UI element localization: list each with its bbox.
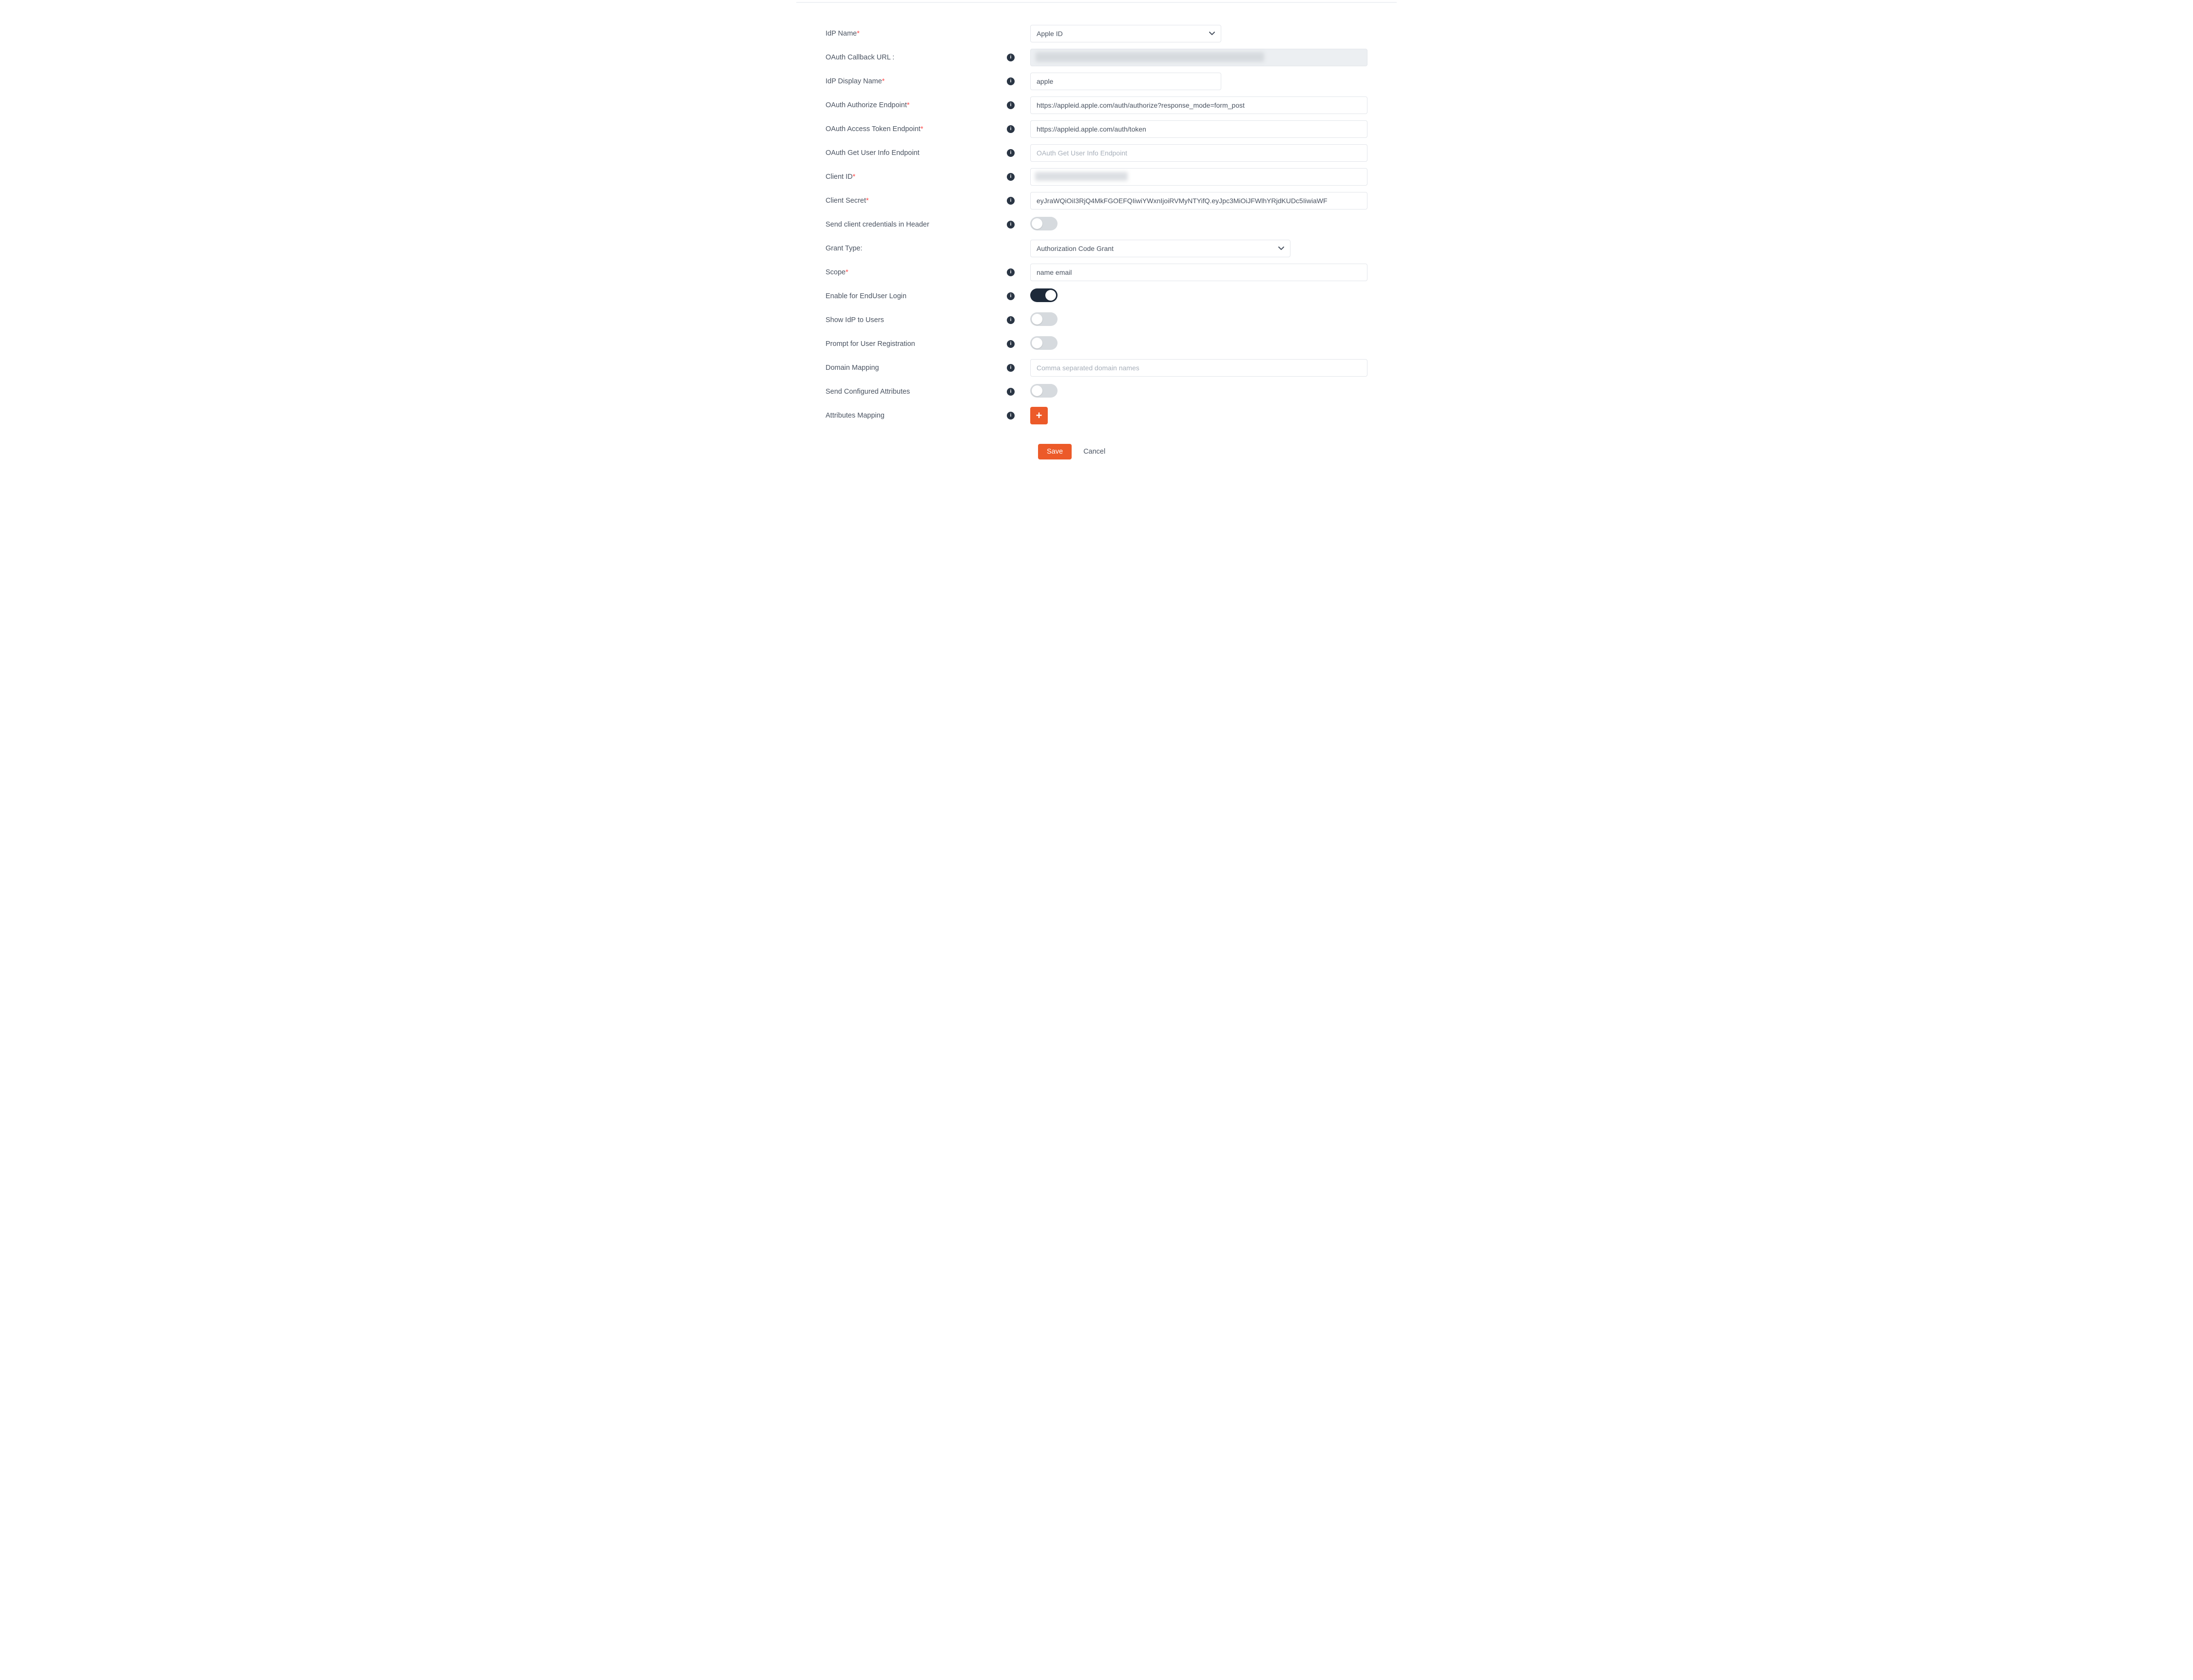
toggle-knob	[1032, 385, 1042, 396]
label-send-header: Send client credentials in Header	[826, 221, 972, 229]
row-attr-mapping: Attributes Mapping i +	[826, 407, 1367, 424]
label-grant-type: Grant Type:	[826, 245, 972, 252]
label-domain-mapping: Domain Mapping	[826, 364, 972, 372]
row-show-idp: Show IdP to Users i	[826, 311, 1367, 329]
label-text: Scope	[826, 268, 846, 276]
info-icon[interactable]: i	[1007, 221, 1015, 229]
row-prompt-reg: Prompt for User Registration i	[826, 335, 1367, 353]
row-domain-mapping: Domain Mapping i	[826, 359, 1367, 377]
authorize-endpoint-input[interactable]	[1030, 96, 1367, 114]
idp-name-select[interactable]: Apple ID	[1030, 25, 1221, 42]
domain-mapping-input[interactable]	[1030, 359, 1367, 377]
required-marker: *	[846, 268, 848, 276]
display-name-input[interactable]	[1030, 73, 1221, 90]
row-authorize-endpoint: OAuth Authorize Endpoint* i	[826, 96, 1367, 114]
info-icon[interactable]: i	[1007, 173, 1015, 181]
label-token-ep: OAuth Access Token Endpoint*	[826, 125, 972, 133]
label-text: Client Secret	[826, 197, 866, 205]
required-marker: *	[857, 30, 860, 38]
client-id-input[interactable]	[1030, 168, 1367, 186]
label-text: Client ID	[826, 173, 853, 181]
label-authorize-ep: OAuth Authorize Endpoint*	[826, 101, 972, 109]
label-userinfo-ep: OAuth Get User Info Endpoint	[826, 149, 972, 157]
info-icon[interactable]: i	[1007, 268, 1015, 276]
info-icon[interactable]: i	[1007, 340, 1015, 348]
userinfo-endpoint-input[interactable]	[1030, 144, 1367, 162]
info-icon[interactable]: i	[1007, 292, 1015, 300]
row-send-header: Send client credentials in Header i	[826, 216, 1367, 233]
form-actions: Save Cancel	[826, 444, 1367, 459]
prompt-reg-toggle[interactable]	[1030, 336, 1058, 350]
info-icon[interactable]: i	[1007, 125, 1015, 133]
label-enable-enduser: Enable for EndUser Login	[826, 292, 972, 300]
redacted-content	[1036, 52, 1264, 62]
info-icon[interactable]: i	[1007, 364, 1015, 372]
row-enable-enduser: Enable for EndUser Login i	[826, 287, 1367, 305]
send-header-toggle[interactable]	[1030, 217, 1058, 230]
row-display-name: IdP Display Name* i	[826, 73, 1367, 90]
label-send-attrs: Send Configured Attributes	[826, 388, 972, 396]
label-client-secret: Client Secret*	[826, 197, 972, 205]
required-marker: *	[907, 101, 910, 109]
idp-config-form: IdP Name* Apple ID OAuth Callback URL : …	[796, 25, 1397, 459]
row-scope: Scope* i	[826, 264, 1367, 281]
callback-url-readonly	[1030, 49, 1367, 66]
scope-input[interactable]	[1030, 264, 1367, 281]
client-secret-input[interactable]	[1030, 192, 1367, 210]
label-text: IdP Display Name	[826, 77, 882, 85]
label-text: IdP Name	[826, 30, 857, 38]
row-idp-name: IdP Name* Apple ID	[826, 25, 1367, 42]
label-idp-name: IdP Name*	[826, 30, 972, 38]
info-icon[interactable]: i	[1007, 316, 1015, 324]
toggle-knob	[1032, 218, 1042, 229]
label-prompt-reg: Prompt for User Registration	[826, 340, 972, 348]
send-attrs-toggle[interactable]	[1030, 384, 1058, 398]
toggle-knob	[1045, 290, 1056, 301]
cancel-button[interactable]: Cancel	[1081, 444, 1107, 459]
info-icon[interactable]: i	[1007, 412, 1015, 420]
save-button[interactable]: Save	[1038, 444, 1072, 459]
label-scope: Scope*	[826, 268, 972, 276]
info-icon[interactable]: i	[1007, 388, 1015, 396]
label-client-id: Client ID*	[826, 173, 972, 181]
enable-enduser-toggle[interactable]	[1030, 288, 1058, 302]
row-client-secret: Client Secret* i	[826, 192, 1367, 210]
info-icon[interactable]: i	[1007, 197, 1015, 205]
label-text: OAuth Access Token Endpoint	[826, 125, 921, 133]
row-token-endpoint: OAuth Access Token Endpoint* i	[826, 120, 1367, 138]
required-marker: *	[921, 125, 923, 133]
label-show-idp: Show IdP to Users	[826, 316, 972, 324]
info-icon[interactable]: i	[1007, 149, 1015, 157]
row-send-attrs: Send Configured Attributes i	[826, 383, 1367, 401]
label-attr-mapping: Attributes Mapping	[826, 412, 972, 420]
row-client-id: Client ID* i	[826, 168, 1367, 186]
row-grant-type: Grant Type: Authorization Code Grant	[826, 240, 1367, 257]
token-endpoint-input[interactable]	[1030, 120, 1367, 138]
row-userinfo-endpoint: OAuth Get User Info Endpoint i	[826, 144, 1367, 162]
show-idp-toggle[interactable]	[1030, 312, 1058, 326]
info-icon[interactable]: i	[1007, 101, 1015, 109]
section-divider	[796, 2, 1397, 3]
label-text: OAuth Authorize Endpoint	[826, 101, 907, 109]
info-icon[interactable]: i	[1007, 77, 1015, 85]
label-callback: OAuth Callback URL :	[826, 54, 972, 61]
required-marker: *	[882, 77, 885, 85]
required-marker: *	[853, 173, 856, 181]
toggle-knob	[1032, 314, 1042, 325]
required-marker: *	[866, 197, 869, 205]
label-display-name: IdP Display Name*	[826, 77, 972, 85]
toggle-knob	[1032, 338, 1042, 348]
grant-type-select[interactable]: Authorization Code Grant	[1030, 240, 1290, 257]
add-attribute-button[interactable]: +	[1030, 407, 1048, 424]
plus-icon: +	[1036, 410, 1042, 421]
row-callback-url: OAuth Callback URL : i	[826, 49, 1367, 66]
info-icon[interactable]: i	[1007, 54, 1015, 61]
